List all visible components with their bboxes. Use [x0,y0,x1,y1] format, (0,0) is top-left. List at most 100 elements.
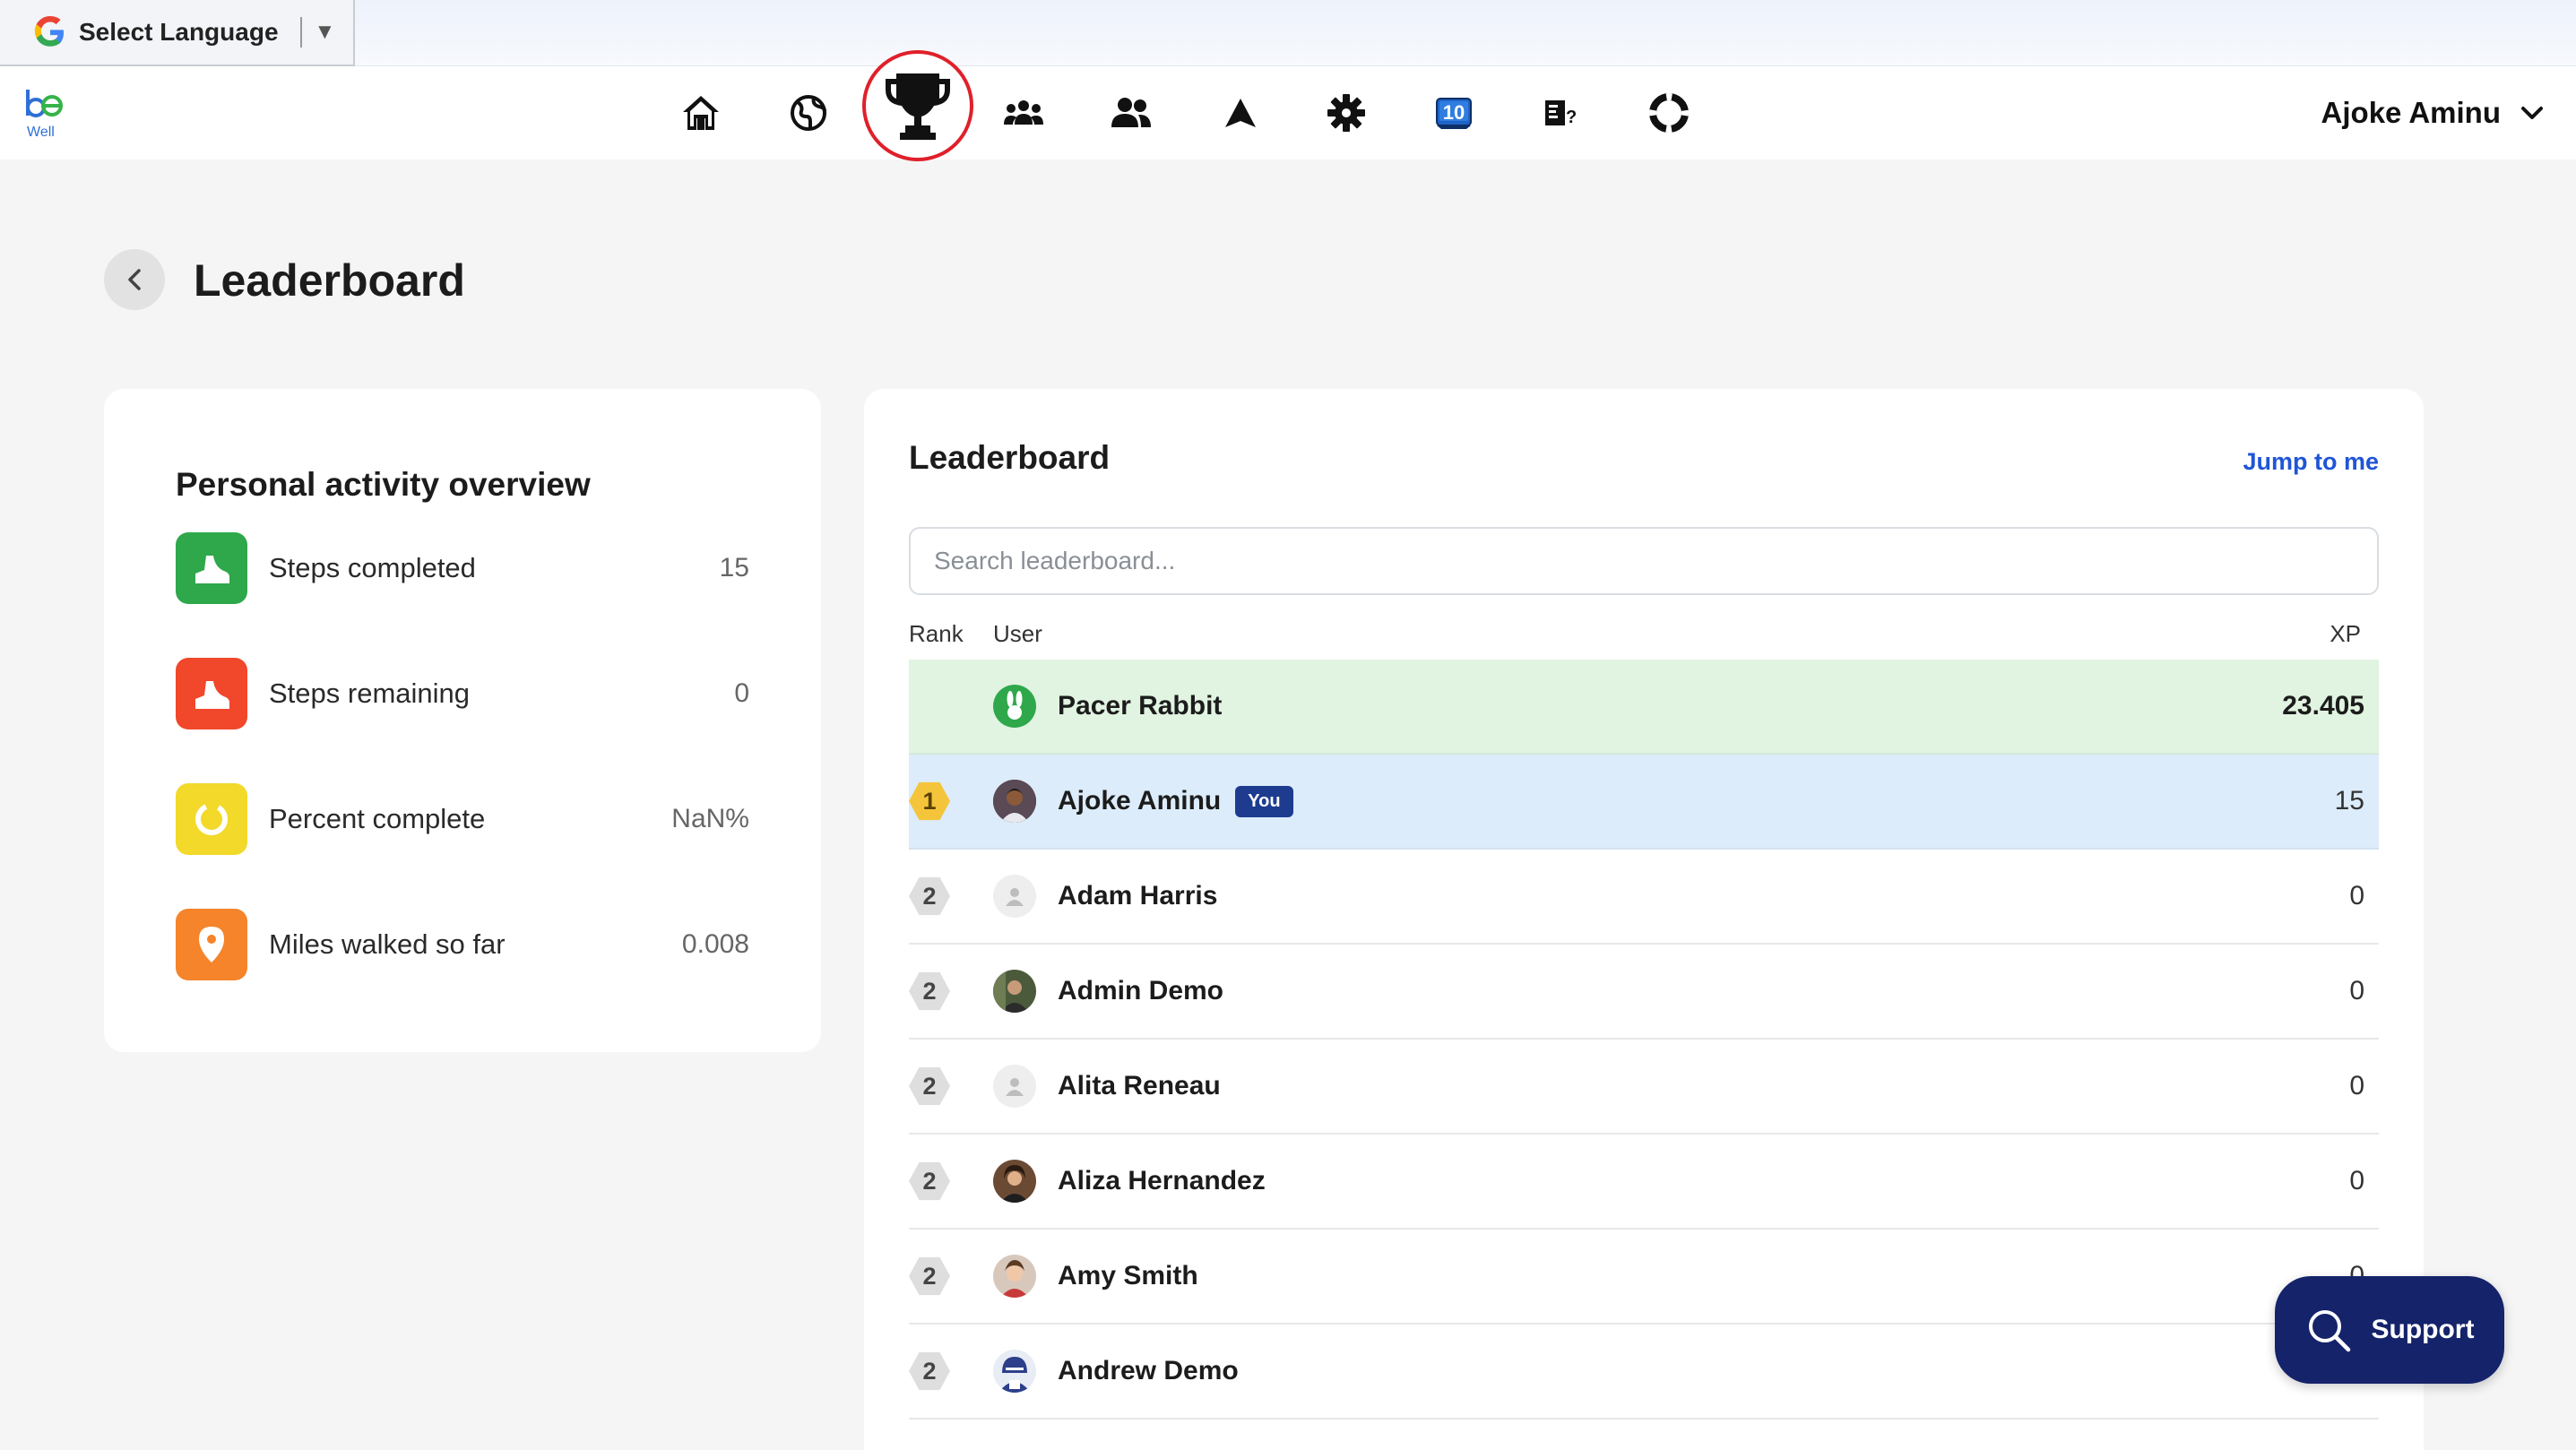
avatar [993,1255,1036,1298]
language-select-divider [299,17,302,47]
community-icon [1004,100,1043,125]
stat-label: Steps remaining [269,678,471,709]
stat-icon-steps-remaining [176,658,247,729]
rank-badge: 2 [909,1161,950,1201]
xp-value: 15 [2334,786,2364,816]
user-name-text: Pacer Rabbit [1058,691,1223,721]
column-header-user: User [993,620,1042,647]
rank-badge: 2 [909,1256,950,1296]
svg-text:Well: Well [27,125,55,140]
xp-value: 0 [2349,881,2364,911]
chevron-down-icon: ▼ [314,20,336,44]
user-photo-icon [993,1255,1036,1298]
ten-badge-icon: 10 [1436,98,1472,129]
support-button[interactable]: Support [2275,1276,2504,1384]
default-user-icon [1006,888,1024,906]
settings-icon [1327,94,1365,132]
user-name: Admin Demo [1058,976,1223,1006]
stat-miles-walked: Miles walked so far 0.008 [176,909,749,980]
home-icon [683,96,719,130]
nav-groups[interactable] [1104,86,1158,140]
page-title: Leaderboard [194,255,465,306]
nav-top-ten[interactable]: 10 [1427,86,1481,140]
svg-text:?: ? [1566,108,1577,127]
avatar [993,1160,1036,1203]
nav-explore[interactable] [782,86,835,140]
user-menu[interactable]: Ajoke Aminu [2321,86,2544,140]
table-row[interactable]: 2 Andrew Demo 0 [909,1325,2379,1420]
avatar [993,780,1036,823]
stat-value: 15 [719,553,749,583]
back-button[interactable] [104,249,165,310]
avatar [993,685,1036,728]
language-select-label: Select Language [79,18,279,46]
user-name-text: Admin Demo [1058,976,1224,1006]
user-photo-icon [993,970,1036,1013]
user-photo-icon [993,1160,1036,1203]
table-row[interactable]: 1 Ajoke Aminu You 15 [909,755,2379,850]
jump-to-me-link[interactable]: Jump to me [2243,448,2379,476]
leaderboard-search-input[interactable] [909,527,2379,595]
globe-icon [791,95,826,131]
user-name: Amy Smith [1058,1261,1198,1291]
table-row[interactable]: 2 Adam Harris 0 [909,850,2379,945]
user-photo-icon [993,780,1036,823]
you-badge: You [1235,785,1293,817]
language-select[interactable]: Select Language ▼ [0,0,355,66]
progress-ring-icon [195,803,228,835]
user-name: Adam Harris [1058,881,1217,911]
nav-leaderboard[interactable] [862,50,973,161]
svg-text:10: 10 [1443,101,1465,124]
stat-value: 0.008 [681,929,749,959]
xp-value: 23.405 [2282,691,2364,721]
user-name: Alita Reneau [1058,1071,1221,1101]
avatar [993,875,1036,918]
shoe-icon [195,681,229,709]
nav-settings[interactable] [1319,86,1373,140]
user-name-text: Alita Reneau [1058,1071,1221,1100]
default-user-icon [1006,1078,1024,1096]
stat-label: Miles walked so far [269,928,506,960]
personal-overview-card: Personal activity overview Steps complet… [104,389,821,1052]
stat-steps-completed: Steps completed 15 [176,532,749,604]
google-g-icon [34,16,64,47]
top-navigation: Well 10 ? Ajoke Aminu [0,50,2576,161]
user-name: Ajoke Aminu You [1058,785,1293,817]
nav-community[interactable] [997,86,1050,140]
stat-value: 0 [734,678,749,708]
stat-percent-complete: Percent complete NaN% [176,783,749,855]
location-pin-icon [199,927,224,962]
user-name-text: Amy Smith [1058,1261,1198,1290]
support-button-label: Support [2371,1315,2475,1344]
search-icon [2308,1310,2350,1352]
table-row[interactable]: Pacer Rabbit 23.405 [909,660,2379,755]
leaderboard-title: Leaderboard [909,439,1111,476]
user-name: Andrew Demo [1058,1356,1239,1386]
leaderboard-card: Leaderboard Jump to me Rank User XP Pace… [864,389,2424,1450]
table-row[interactable]: 2 Amy Smith 0 [909,1230,2379,1325]
nav-home[interactable] [674,86,728,140]
stat-value: NaN% [671,804,749,833]
chevron-down-icon [2521,107,2543,119]
avatar [993,970,1036,1013]
nav-quiz[interactable]: ? [1534,86,1588,140]
user-name: Pacer Rabbit [1058,691,1222,721]
stat-icon-steps-completed [176,532,247,604]
user-name-text: Andrew Demo [1058,1356,1239,1385]
nav-navigate[interactable] [1214,86,1267,140]
leaderboard-rows: Pacer Rabbit 23.405 1 Ajoke Aminu You 15 [909,660,2379,1420]
brand-logo[interactable]: Well [23,84,66,142]
rank-badge: 2 [909,1351,950,1391]
table-row[interactable]: 2 Aliza Hernandez 0 [909,1135,2379,1230]
rank-badge: 2 [909,971,950,1011]
column-header-xp: XP [2330,620,2361,647]
user-photo-icon [993,1350,1036,1393]
avatar [993,1350,1036,1393]
quiz-icon: ? [1545,100,1577,127]
table-row[interactable]: 2 Admin Demo 0 [909,945,2379,1040]
rank-badge: 1 [909,781,950,821]
stat-icon-percent-complete [176,783,247,855]
nav-help[interactable] [1642,86,1696,140]
xp-value: 0 [2349,1071,2364,1100]
table-row[interactable]: 2 Alita Reneau 0 [909,1040,2379,1135]
